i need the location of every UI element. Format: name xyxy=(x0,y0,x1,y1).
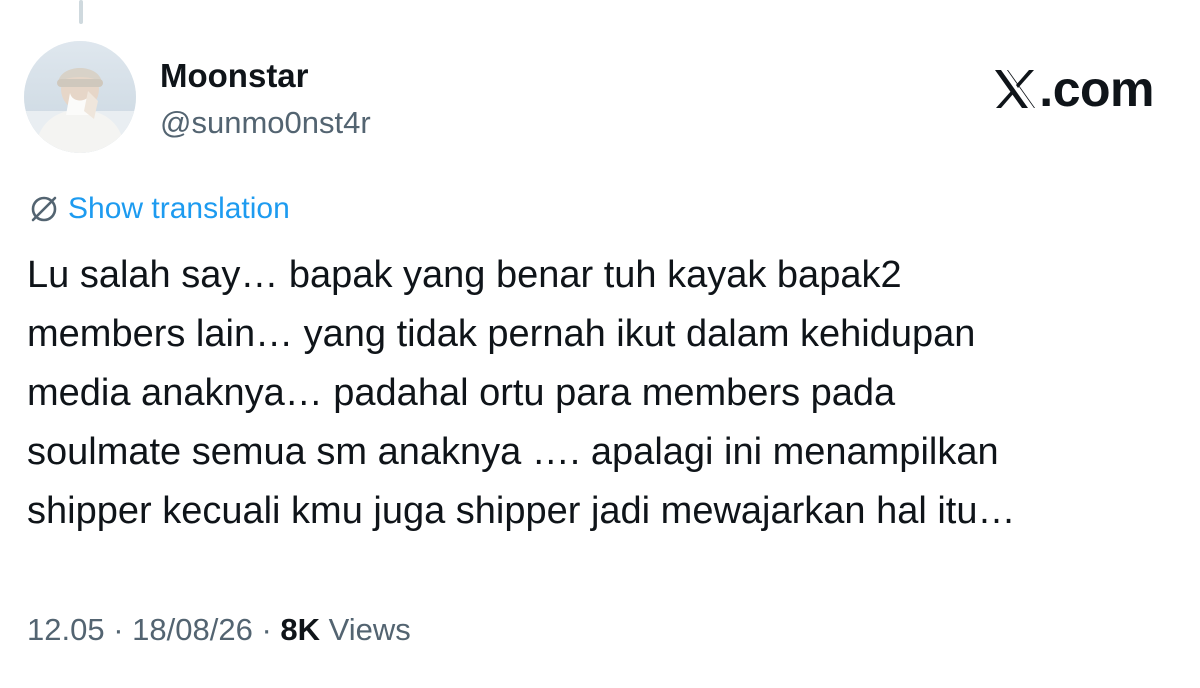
author-handle[interactable]: @sunmo0nst4r xyxy=(160,103,371,143)
meta-separator: · xyxy=(113,612,124,647)
show-translation-link[interactable]: Show translation xyxy=(28,190,290,228)
views-label: Views xyxy=(328,612,411,647)
tweet-text-line: Lu salah say… bapak yang benar tuh kayak… xyxy=(27,254,902,296)
brand-domain-label: .com xyxy=(1039,61,1154,117)
views-count: 8K xyxy=(280,612,321,647)
translate-globe-icon xyxy=(28,193,60,225)
tweet-text-line: shipper kecuali kmu juga shipper jadi me… xyxy=(27,490,1016,532)
meta-separator: · xyxy=(261,612,272,647)
x-com-brand: .com xyxy=(993,61,1154,117)
avatar-photo xyxy=(24,41,136,153)
tweet-text: Lu salah say… bapak yang benar tuh kayak… xyxy=(27,246,1177,541)
tweet-time[interactable]: 12.05 xyxy=(27,612,105,647)
author-display-name[interactable]: Moonstar xyxy=(160,56,309,96)
tweet-date[interactable]: 18/08/26 xyxy=(132,612,253,647)
tweet-text-line: soulmate semua sm anaknya …. apalagi ini… xyxy=(27,431,999,473)
tweet-text-line: members lain… yang tidak pernah ikut dal… xyxy=(27,313,976,355)
tweet-text-line: media anaknya… padahal ortu para members… xyxy=(27,372,896,414)
x-logo-icon xyxy=(993,65,1037,108)
avatar[interactable] xyxy=(24,41,136,153)
thread-connector-line xyxy=(79,0,83,24)
tweet-meta: 12.05 · 18/08/26 · 8K Views xyxy=(27,610,411,650)
show-translation-label: Show translation xyxy=(68,192,290,225)
